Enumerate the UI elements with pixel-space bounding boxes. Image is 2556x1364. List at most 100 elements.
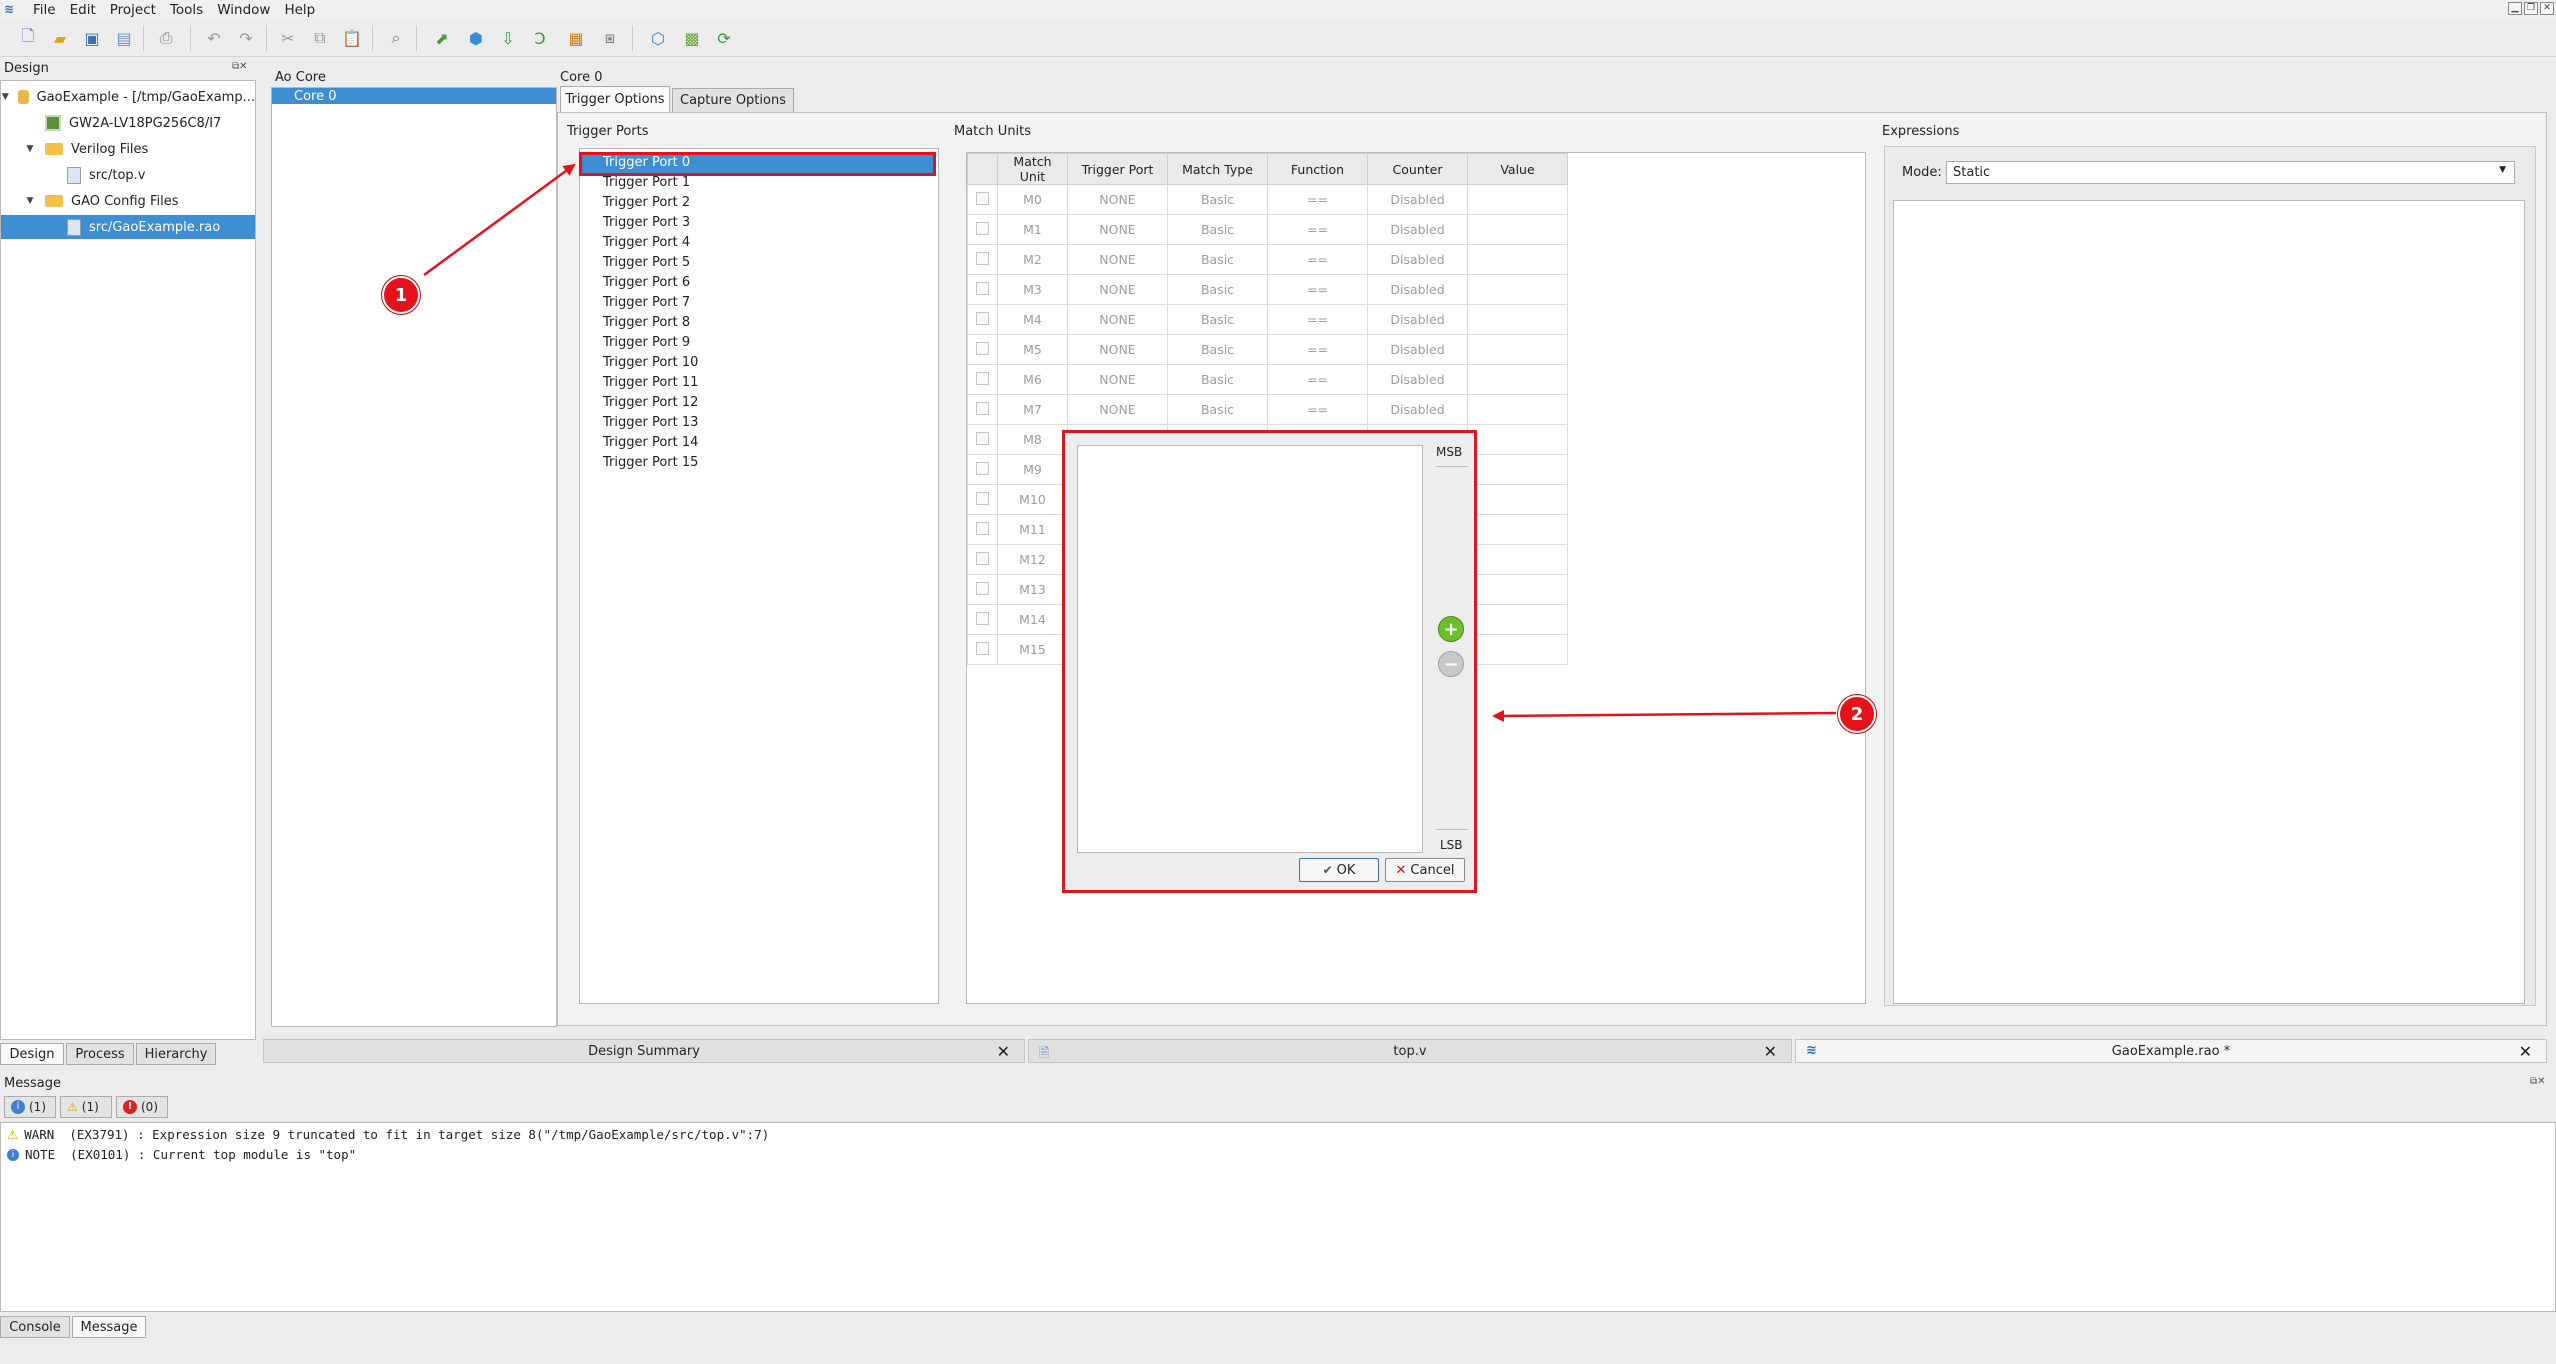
table-cell[interactable] — [1467, 184, 1568, 215]
table-cell[interactable]: Basic — [1167, 274, 1268, 305]
table-cell[interactable]: M8 — [997, 424, 1068, 455]
trigger-port-item[interactable]: Trigger Port 12 — [603, 395, 698, 415]
minimize-icon[interactable]: ▁ — [2508, 2, 2522, 15]
table-cell[interactable]: == — [1267, 244, 1368, 275]
timing-icon[interactable]: ⧆ — [598, 27, 622, 49]
cancel-button[interactable]: ✕ Cancel — [1385, 858, 1465, 882]
signal-list[interactable] — [1077, 445, 1423, 853]
table-cell[interactable]: M9 — [997, 454, 1068, 485]
table-cell[interactable]: Disabled — [1367, 364, 1468, 395]
column-header[interactable]: Function — [1267, 153, 1368, 185]
run-synthesis-icon[interactable]: ⬈ — [430, 27, 454, 49]
table-row[interactable]: M7 NONE Basic == Disabled — [967, 394, 1568, 425]
add-icon[interactable]: + — [1438, 616, 1464, 642]
trigger-port-item[interactable]: Trigger Port 10 — [603, 355, 698, 375]
floorplanner-icon[interactable]: ▦ — [564, 27, 588, 49]
refresh-icon[interactable]: ⟳ — [712, 27, 736, 49]
close-tab-icon[interactable]: ✕ — [997, 1042, 1010, 1061]
table-cell[interactable] — [1467, 334, 1568, 365]
table-cell[interactable]: NONE — [1067, 304, 1168, 335]
tab-message[interactable]: Message — [72, 1316, 146, 1338]
message-line[interactable]: ⚠ WARN (EX3791) : Expression size 9 trun… — [7, 1127, 769, 1142]
table-cell[interactable]: NONE — [1067, 244, 1168, 275]
doc-tab-top-v[interactable]: 🗎 top.v ✕ — [1028, 1039, 1792, 1063]
table-cell[interactable]: Disabled — [1367, 214, 1468, 245]
message-line[interactable]: i NOTE (EX0101) : Current top module is … — [7, 1147, 356, 1162]
table-cell[interactable] — [1467, 544, 1568, 575]
table-cell[interactable]: == — [1267, 184, 1368, 215]
table-cell[interactable]: == — [1267, 394, 1368, 425]
table-cell[interactable]: M0 — [997, 184, 1068, 215]
table-cell[interactable]: NONE — [1067, 184, 1168, 215]
menu-file[interactable]: File — [26, 2, 63, 18]
trigger-port-item[interactable]: Trigger Port 0 — [603, 155, 690, 175]
print-icon[interactable]: ⎙ — [154, 27, 178, 49]
save-icon[interactable]: ▣ — [80, 27, 104, 49]
table-cell[interactable]: Disabled — [1367, 334, 1468, 365]
table-cell[interactable]: M5 — [997, 334, 1068, 365]
table-cell[interactable]: M7 — [997, 394, 1068, 425]
close-icon[interactable]: ✕ — [2540, 2, 2554, 15]
trigger-port-item[interactable]: Trigger Port 11 — [603, 375, 698, 395]
row-checkbox[interactable] — [976, 311, 989, 325]
ao-core-item-core-0[interactable]: Core 0 — [272, 88, 556, 104]
menu-edit[interactable]: Edit — [63, 2, 103, 18]
schematic-icon[interactable]: ▩ — [680, 27, 704, 49]
table-cell[interactable]: M11 — [997, 514, 1068, 545]
ip-core-icon[interactable]: ⬡ — [646, 27, 670, 49]
row-checkbox[interactable] — [976, 221, 989, 235]
table-cell[interactable]: M3 — [997, 274, 1068, 305]
table-row[interactable]: M5 NONE Basic == Disabled — [967, 334, 1568, 365]
table-cell[interactable] — [1467, 244, 1568, 275]
redo-icon[interactable]: ↷ — [234, 27, 258, 49]
table-cell[interactable] — [1467, 604, 1568, 635]
table-cell[interactable] — [1467, 364, 1568, 395]
column-header[interactable]: Match Unit — [997, 153, 1068, 185]
trigger-port-item[interactable]: Trigger Port 9 — [603, 335, 690, 355]
close-tab-icon[interactable]: ✕ — [2519, 1042, 2532, 1061]
column-header[interactable]: Trigger Port — [1067, 153, 1168, 185]
tab-trigger-options[interactable]: Trigger Options — [560, 86, 670, 112]
trigger-port-item[interactable]: Trigger Port 8 — [603, 315, 690, 335]
table-cell[interactable]: Disabled — [1367, 184, 1468, 215]
chevron-down-icon[interactable]: ▼ — [23, 144, 37, 154]
tree-item-top-v[interactable]: src/top.v — [1, 163, 255, 187]
copy-icon[interactable]: ⧉ — [308, 27, 332, 49]
table-cell[interactable] — [1467, 634, 1568, 665]
table-cell[interactable]: M15 — [997, 634, 1068, 665]
trigger-port-item[interactable]: Trigger Port 7 — [603, 295, 690, 315]
table-cell[interactable]: M12 — [997, 544, 1068, 575]
table-cell[interactable] — [1467, 214, 1568, 245]
table-cell[interactable]: NONE — [1067, 214, 1168, 245]
ok-button[interactable]: ✔ OK — [1299, 858, 1379, 882]
row-checkbox[interactable] — [976, 191, 989, 205]
row-checkbox[interactable] — [976, 251, 989, 265]
table-cell[interactable]: == — [1267, 334, 1368, 365]
table-cell[interactable]: Disabled — [1367, 244, 1468, 275]
table-cell[interactable]: M10 — [997, 484, 1068, 515]
table-cell[interactable] — [1467, 574, 1568, 605]
table-cell[interactable]: M2 — [997, 244, 1068, 275]
table-cell[interactable]: == — [1267, 214, 1368, 245]
doc-tab-gao-rao[interactable]: ≋ GaoExample.rao * ✕ — [1795, 1039, 2547, 1063]
save-all-icon[interactable]: ▤ — [112, 27, 136, 49]
panel-float-close-icon[interactable]: ⧉✕ — [2530, 1076, 2546, 1087]
paste-icon[interactable]: 📋 — [340, 27, 364, 49]
table-cell[interactable]: Basic — [1167, 214, 1268, 245]
trigger-port-item[interactable]: Trigger Port 2 — [603, 195, 690, 215]
menu-help[interactable]: Help — [277, 2, 322, 18]
table-row[interactable]: M4 NONE Basic == Disabled — [967, 304, 1568, 335]
table-cell[interactable]: Basic — [1167, 334, 1268, 365]
new-file-icon[interactable]: 🗋 — [16, 26, 40, 49]
table-cell[interactable]: Disabled — [1367, 394, 1468, 425]
undo-icon[interactable]: ↶ — [202, 27, 226, 49]
menu-window[interactable]: Window — [210, 2, 277, 18]
table-row[interactable]: M1 NONE Basic == Disabled — [967, 214, 1568, 245]
row-checkbox[interactable] — [976, 371, 989, 385]
run-pnr-icon[interactable]: ⬢ — [464, 27, 488, 49]
table-cell[interactable]: NONE — [1067, 364, 1168, 395]
table-cell[interactable] — [1467, 394, 1568, 425]
table-cell[interactable]: == — [1267, 364, 1368, 395]
column-header[interactable]: Match Type — [1167, 153, 1268, 185]
row-checkbox[interactable] — [976, 461, 989, 475]
